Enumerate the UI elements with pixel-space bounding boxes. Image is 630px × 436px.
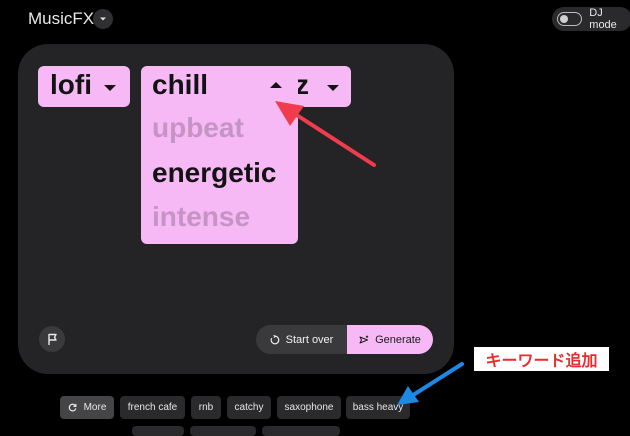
keyword-chip-saxophone[interactable]: saxophone [277, 396, 341, 419]
more-label: More [83, 402, 107, 413]
keyword-chip[interactable] [132, 426, 184, 436]
start-over-label: Start over [285, 333, 334, 346]
dj-mode-toggle[interactable]: DJ mode [552, 7, 630, 31]
refresh-icon [68, 403, 77, 412]
app-menu-button[interactable] [93, 9, 113, 29]
restart-icon [270, 334, 279, 344]
prompt-panel: lofi z chill upbeat energetic intense St… [18, 44, 454, 374]
chip-label: lofi [50, 69, 92, 100]
caret-down-icon [327, 85, 339, 91]
keyword-chip[interactable] [262, 426, 340, 436]
caret-down-icon [104, 85, 116, 91]
keyword-chip-french-cafe[interactable]: french cafe [120, 396, 185, 419]
report-button[interactable] [39, 326, 65, 352]
start-over-button[interactable]: Start over [256, 325, 347, 354]
dropdown-option-upbeat[interactable]: upbeat [152, 112, 244, 144]
keyword-chip-bass-heavy[interactable]: bass heavy [346, 396, 410, 419]
keyword-chip[interactable] [190, 426, 256, 436]
annotation-text: キーワード追加 [485, 351, 598, 370]
chevron-down-icon [100, 17, 106, 21]
keyword-chip-rnb[interactable]: rnb [191, 396, 221, 419]
action-buttons: Start over Generate [256, 325, 433, 354]
more-keywords-button[interactable]: More [60, 396, 114, 419]
toggle-knob [560, 14, 568, 23]
toggle-switch[interactable] [557, 12, 583, 26]
dropdown-option-intense[interactable]: intense [152, 201, 250, 233]
prompt-chip-lofi[interactable]: lofi [38, 66, 130, 107]
top-bar: MusicFX DJ mode [0, 0, 630, 40]
dj-mode-label: DJ mode [589, 7, 617, 31]
app-title: MusicFX [28, 9, 95, 28]
caret-up-icon[interactable] [270, 82, 282, 88]
dropdown-selected-option[interactable]: chill [152, 69, 208, 101]
generate-label: Generate [375, 333, 421, 346]
keyword-chip-catchy[interactable]: catchy [227, 396, 271, 419]
annotation-label: キーワード追加 [474, 347, 609, 371]
dropdown-option-energetic[interactable]: energetic [152, 157, 277, 189]
prompt-dropdown-menu[interactable]: chill upbeat energetic intense [141, 66, 298, 244]
send-sparkle-icon [359, 335, 369, 343]
flag-icon [47, 333, 57, 345]
generate-button[interactable]: Generate [347, 325, 433, 354]
